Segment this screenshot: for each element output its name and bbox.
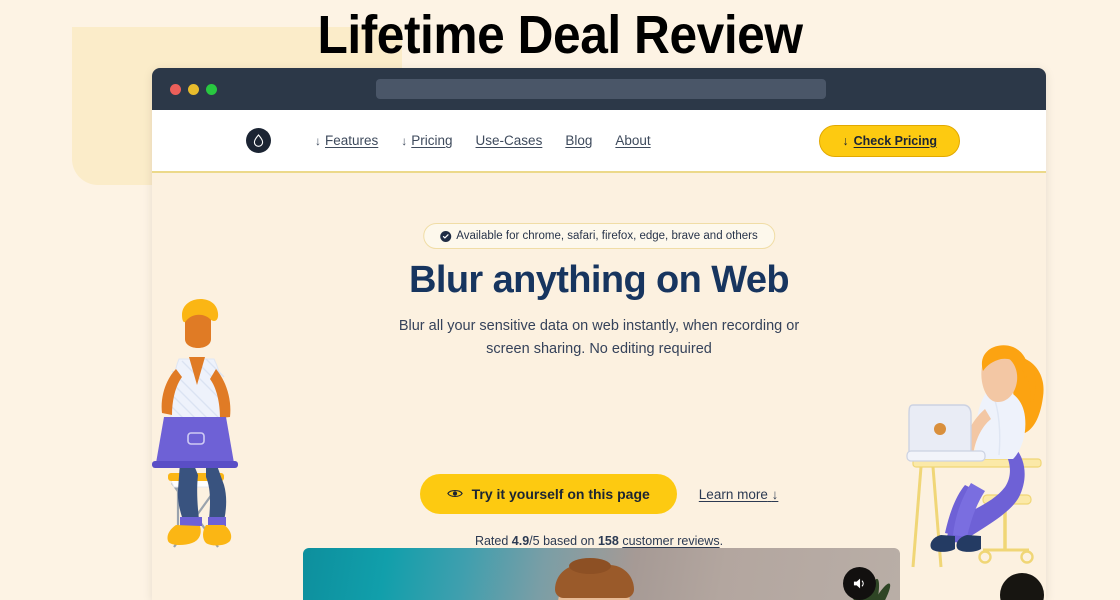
nav-links: ↓ Features ↓ Pricing Use-Cases Blog Abou… (315, 133, 651, 148)
person-hair (555, 558, 634, 598)
page-title: Lifetime Deal Review (317, 5, 803, 65)
nav-link-label: Blog (565, 133, 593, 148)
eye-icon (446, 486, 463, 502)
screenshot-root: Lifetime Deal Review ↓ Features ↓ Pricin… (0, 0, 1120, 600)
browser-titlebar (152, 68, 1046, 110)
learn-more-link[interactable]: Learn more ↓ (699, 487, 779, 502)
customer-reviews-link[interactable]: customer reviews (622, 534, 719, 548)
nav-link-label: Features (325, 133, 379, 148)
rating-prefix: Rated (474, 534, 512, 548)
video-thumbnail[interactable] (303, 548, 900, 600)
site-navbar: ↓ Features ↓ Pricing Use-Cases Blog Abou… (152, 110, 1046, 173)
rating-score: 4.9 (511, 534, 530, 548)
url-input[interactable] (376, 79, 826, 99)
learn-more-label: Learn more (698, 486, 768, 502)
availability-badge: Available for chrome, safari, firefox, e… (423, 223, 775, 249)
rating-suffix: . (719, 534, 724, 548)
arrow-down-icon: ↓ (842, 133, 849, 148)
minimize-button[interactable] (188, 83, 199, 95)
check-pricing-button[interactable]: ↓ Check Pricing (819, 124, 960, 157)
water-drop-icon[interactable] (246, 128, 271, 153)
check-pricing-label: Check Pricing (853, 133, 937, 148)
nav-link-label: About (615, 133, 651, 148)
nav-link-about[interactable]: About (615, 133, 650, 148)
nav-link-pricing[interactable]: ↓ Pricing (401, 133, 452, 148)
check-circle-icon (440, 230, 452, 242)
arrow-down-icon: ↓ (401, 133, 408, 148)
nav-link-label: Use-Cases (475, 133, 543, 148)
nav-link-blog[interactable]: Blog (565, 133, 592, 148)
try-it-yourself-button[interactable]: Try it yourself on this page (419, 474, 677, 514)
availability-badge-text: Available for chrome, safari, firefox, e… (456, 230, 758, 242)
hero-subheadline: Blur all your sensitive data on web inst… (398, 318, 800, 357)
person-on-stool-with-laptop-illustration (152, 298, 238, 548)
close-button[interactable] (170, 83, 181, 95)
arrow-down-icon: ↓ (771, 486, 779, 502)
nav-link-features[interactable]: ↓ Features (315, 133, 378, 148)
arrow-down-icon: ↓ (315, 133, 321, 148)
speaker-volume-icon[interactable] (843, 567, 876, 600)
rating-middle: /5 based on (529, 534, 598, 548)
nav-link-use-cases[interactable]: Use-Cases (476, 133, 543, 148)
try-it-yourself-label: Try it yourself on this page (471, 486, 650, 502)
woman-at-desk-with-laptop-illustration (906, 345, 1044, 568)
rating-count: 158 (597, 534, 619, 548)
maximize-button[interactable] (206, 83, 217, 95)
hero-headline: Blur anything on Web (409, 259, 790, 301)
nav-link-label: Pricing (411, 133, 453, 148)
traffic-lights (170, 83, 217, 95)
